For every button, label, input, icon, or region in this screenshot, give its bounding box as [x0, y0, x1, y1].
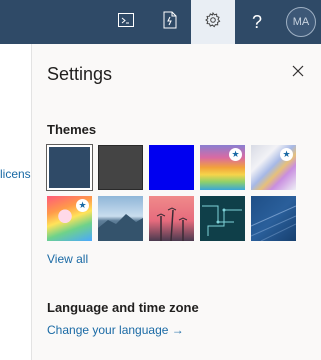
theme-circuit[interactable] — [200, 196, 245, 241]
star-icon: ★ — [280, 148, 293, 161]
view-all-themes-link[interactable]: View all — [47, 252, 88, 266]
terminal-icon — [118, 12, 134, 32]
theme-blue[interactable] — [149, 145, 194, 190]
themes-heading: Themes — [47, 122, 97, 137]
theme-grid: ★ ★ ★ — [46, 144, 303, 241]
feedback-button[interactable] — [148, 0, 192, 44]
document-feedback-icon — [163, 11, 177, 34]
theme-mountains[interactable] — [98, 196, 143, 241]
main-content-edge — [0, 44, 32, 360]
help-button[interactable]: ? — [235, 0, 279, 44]
theme-innovation[interactable] — [251, 196, 296, 241]
theme-dark-blue[interactable] — [46, 144, 93, 191]
theme-unicorn[interactable]: ★ — [47, 196, 92, 241]
help-icon: ? — [251, 11, 262, 32]
avatar: MA — [286, 7, 316, 37]
language-heading: Language and time zone — [47, 300, 199, 315]
theme-prism[interactable]: ★ — [251, 145, 296, 190]
terminal-button[interactable] — [104, 0, 148, 44]
star-icon: ★ — [229, 148, 242, 161]
change-language-link[interactable]: Change your language → — [47, 323, 184, 337]
license-link-fragment[interactable]: licens — [0, 167, 33, 181]
theme-palm-sunset[interactable] — [149, 196, 194, 241]
account-button[interactable]: MA — [279, 0, 321, 44]
theme-rainbow-waves[interactable]: ★ — [200, 145, 245, 190]
gear-icon — [205, 11, 221, 33]
close-icon — [292, 64, 304, 82]
panel-title: Settings — [47, 64, 113, 84]
star-icon: ★ — [76, 199, 89, 212]
settings-panel: Settings Themes ★ ★ ★ View all Language … — [32, 44, 321, 360]
theme-dark-gray[interactable] — [98, 145, 143, 190]
settings-button[interactable] — [191, 0, 235, 44]
close-button[interactable] — [288, 63, 308, 83]
top-bar: ? MA — [0, 0, 321, 44]
